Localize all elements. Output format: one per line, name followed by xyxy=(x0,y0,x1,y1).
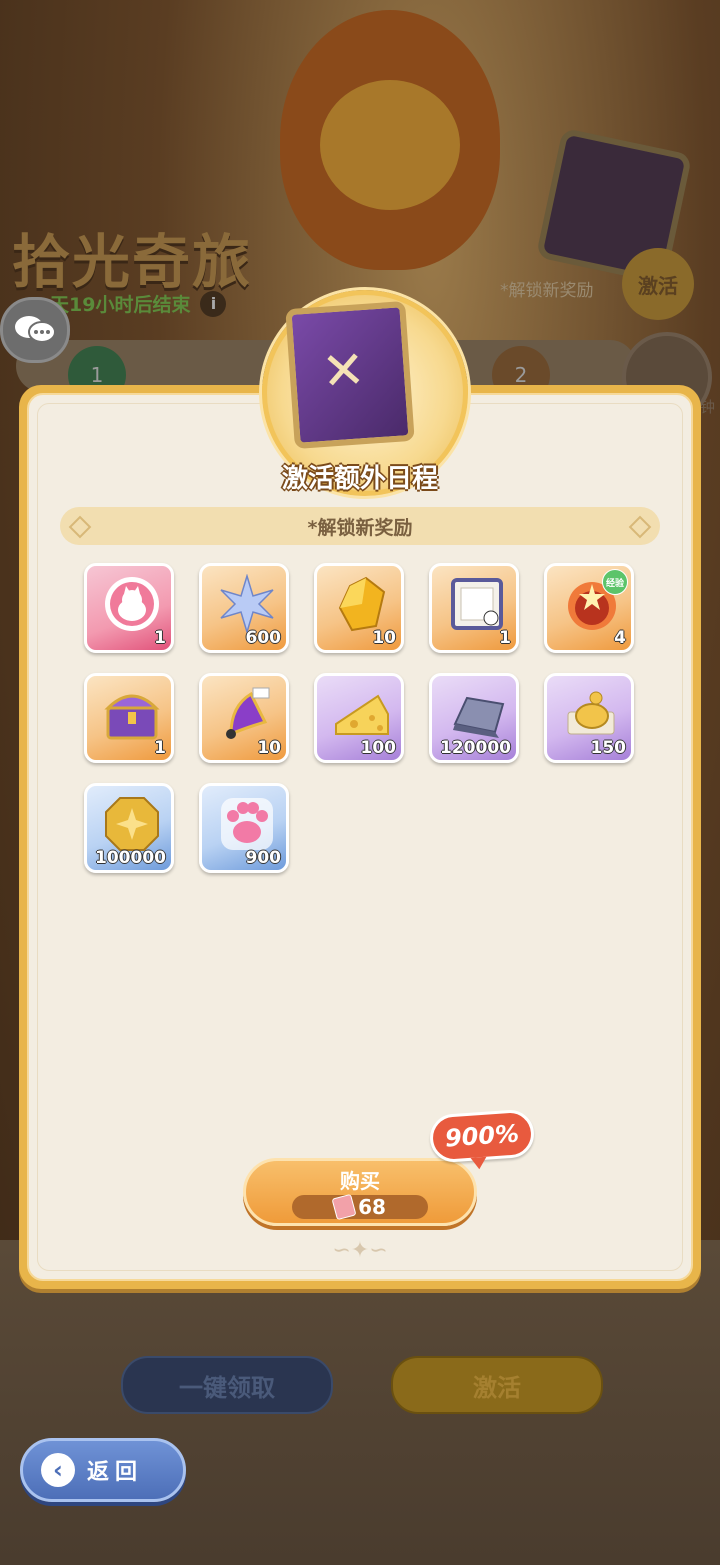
reward-quantity: 120000 xyxy=(440,738,511,758)
reward-item[interactable]: 10 xyxy=(314,563,404,653)
reward-item[interactable]: 600 xyxy=(199,563,289,653)
spellbook-icon: ✕ xyxy=(285,300,415,450)
reward-item[interactable]: 150 xyxy=(544,673,634,763)
reward-quantity: 100 xyxy=(360,738,397,758)
subtitle-text: *解锁新奖励 xyxy=(307,516,413,539)
reward-quantity: 10 xyxy=(257,738,281,758)
back-label: 返回 xyxy=(87,1460,144,1485)
reward-quantity: 150 xyxy=(590,738,627,758)
gold-coin-icon xyxy=(102,794,162,854)
price-pill: 68 xyxy=(292,1193,428,1221)
reward-quantity: 600 xyxy=(245,628,282,648)
frame-card-icon xyxy=(447,574,507,634)
ticket-icon xyxy=(331,1193,357,1221)
activate-button[interactable]: 激活 xyxy=(391,1356,603,1414)
reward-quantity: 1 xyxy=(154,738,166,758)
reward-quantity: 4 xyxy=(614,628,626,648)
reward-item[interactable]: 100000 xyxy=(84,783,174,873)
cat-avatar-icon xyxy=(102,574,162,634)
bell-icon xyxy=(217,684,277,744)
reward-quantity: 1 xyxy=(154,628,166,648)
unlock-hint: *解锁新奖励 xyxy=(500,281,594,301)
price-value: 68 xyxy=(358,1195,386,1219)
chevron-left-icon: ‹ xyxy=(41,1453,75,1487)
back-button[interactable]: ‹ 返回 xyxy=(20,1438,186,1502)
reward-item[interactable]: 1 xyxy=(429,563,519,653)
activate-badge-button[interactable]: 激活 xyxy=(622,248,694,320)
reward-item[interactable]: 120000 xyxy=(429,673,519,763)
event-timer: 天19小时后结束 i xyxy=(50,290,227,317)
reward-quantity: 1 xyxy=(499,628,511,648)
treasure-chest-icon xyxy=(102,684,162,744)
chat-bubbles-icon xyxy=(15,316,56,343)
coin-plate-icon xyxy=(562,684,622,744)
mascot-illustration xyxy=(280,10,500,270)
reward-item[interactable]: 100 xyxy=(314,673,404,763)
gold-gem-icon xyxy=(332,574,392,634)
subtitle-banner: *解锁新奖励 xyxy=(60,507,660,545)
side-text: 钟 xyxy=(700,398,716,416)
exp-badge: 经验 xyxy=(602,569,628,595)
cat-ornament-icon: ∽✦∽ xyxy=(332,1237,388,1263)
reward-quantity: 900 xyxy=(245,848,282,868)
cheese-icon xyxy=(332,684,392,744)
reward-quantity: 10 xyxy=(372,628,396,648)
diamond-ornament-icon xyxy=(628,515,652,539)
iron-ingot-icon xyxy=(447,684,507,744)
timer-text: 天19小时后结束 xyxy=(50,294,191,316)
info-icon[interactable]: i xyxy=(200,290,227,317)
buy-button[interactable]: 购买 68 xyxy=(243,1158,477,1226)
reward-item[interactable]: 10 xyxy=(199,673,289,763)
claim-all-button[interactable]: 一键领取 xyxy=(121,1356,333,1414)
modal-title: 激活额外日程 xyxy=(281,464,438,494)
buy-label: 购买 xyxy=(340,1169,380,1193)
discount-badge: 900% xyxy=(428,1108,536,1164)
reward-item[interactable]: 900 xyxy=(199,783,289,873)
chat-button[interactable] xyxy=(0,297,70,363)
star-crystal-icon xyxy=(217,574,277,634)
reward-item[interactable]: 1 xyxy=(84,673,174,763)
reward-item[interactable]: 经验 4 xyxy=(544,563,634,653)
reward-item[interactable]: 1 xyxy=(84,563,174,653)
reward-quantity: 100000 xyxy=(95,848,166,868)
event-title: 拾光奇旅 xyxy=(12,228,253,296)
diamond-ornament-icon xyxy=(68,515,92,539)
paw-candy-icon xyxy=(217,794,277,854)
reward-grid: 1 600 10 1 经验 4 1 10 100 120000 150 1000… xyxy=(84,563,644,873)
